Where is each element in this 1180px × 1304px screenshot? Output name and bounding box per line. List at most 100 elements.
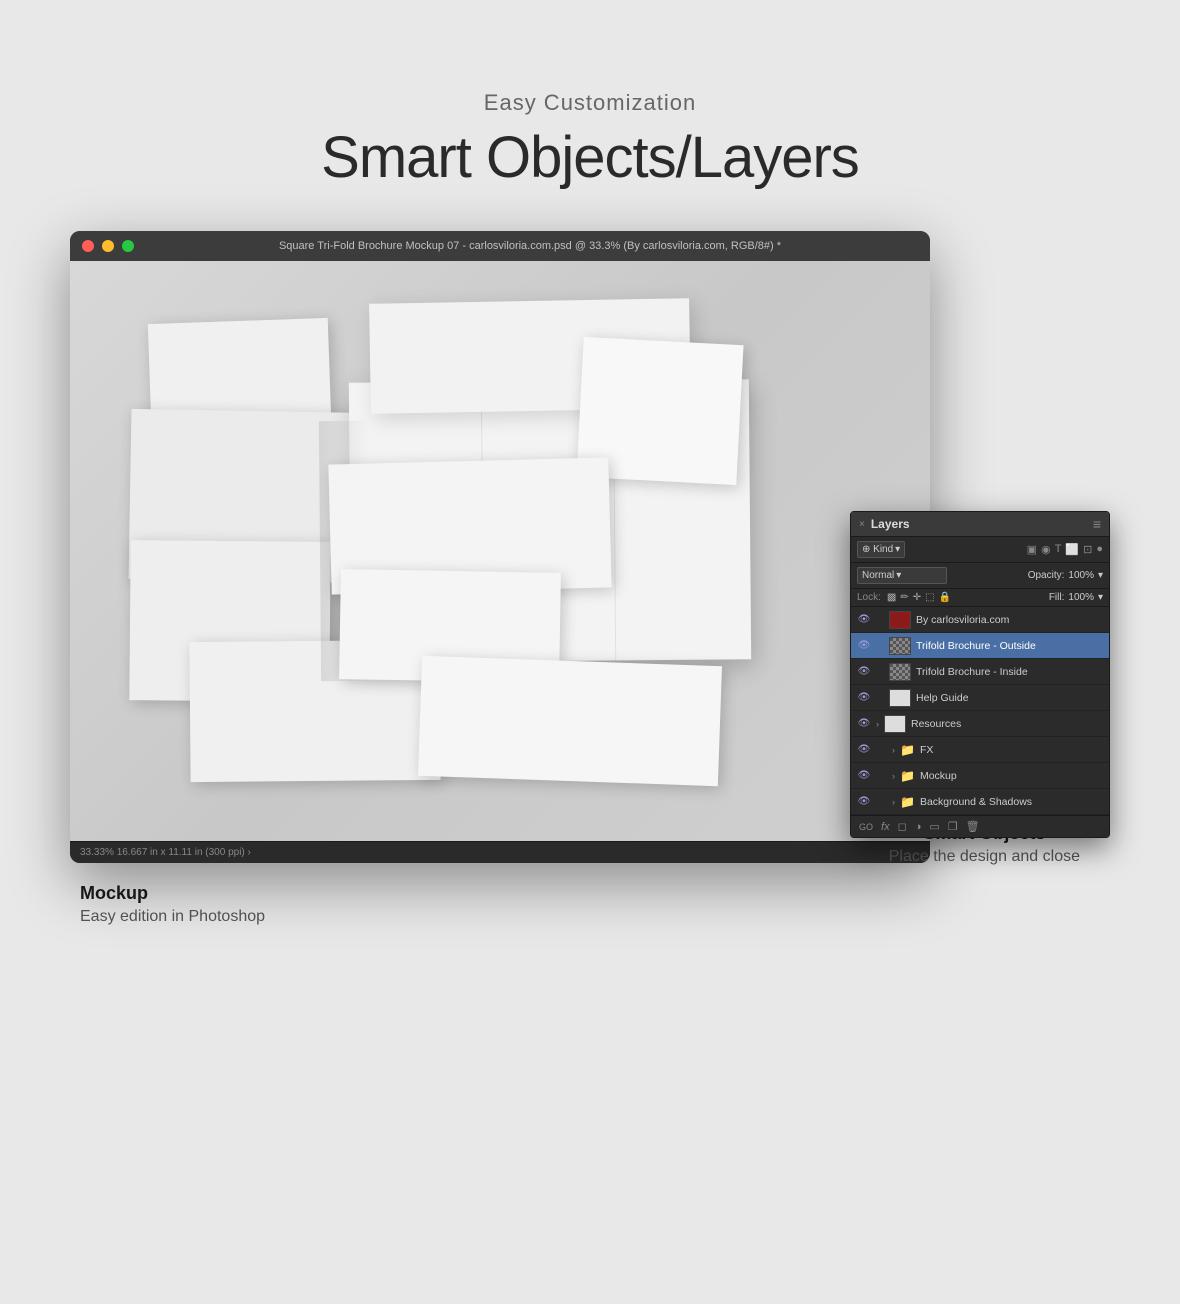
filter-kind-label: ⊕ Kind: [862, 544, 893, 555]
layer-visibility-icon[interactable]: 👁: [857, 691, 871, 705]
blend-mode-arrow: ▾: [896, 570, 901, 581]
filter-dot-icon[interactable]: ●: [1096, 543, 1103, 556]
main-content: Square Tri-Fold Brochure Mockup 07 - car…: [70, 231, 1110, 926]
layer-visibility-icon[interactable]: 👁: [857, 795, 871, 809]
ps-statusbar: 33.33% 16.667 in x 11.11 in (300 ppi) ›: [70, 841, 930, 863]
opacity-value[interactable]: 100%: [1068, 570, 1094, 581]
filter-smart-icon[interactable]: ⊡: [1083, 543, 1092, 556]
ps-canvas: [70, 261, 930, 841]
layer-visibility-icon[interactable]: 👁: [857, 639, 871, 653]
layers-lock-row: Lock: ▩ ✏ ✛ ⬚ 🔒 Fill: 100% ▾: [851, 589, 1109, 607]
fill-arrow: ▾: [1098, 592, 1103, 603]
layer-name-label: Help Guide: [916, 692, 1103, 704]
layer-visibility-icon[interactable]: 👁: [857, 769, 871, 783]
lock-icons: ▩ ✏ ✛ ⬚ 🔒: [887, 592, 951, 603]
layer-row[interactable]: 👁 › 📁 Mockup: [851, 763, 1109, 789]
fill-label: Fill:: [1049, 592, 1065, 603]
layers-close-button[interactable]: ×: [859, 519, 865, 530]
layer-thumbnail: [889, 663, 911, 681]
layer-row[interactable]: 👁 › Resources: [851, 711, 1109, 737]
layer-row[interactable]: 👁 Trifold Brochure - Outside: [851, 633, 1109, 659]
blend-mode-label: Normal: [862, 570, 894, 581]
mockup-label-title: Mockup: [80, 883, 265, 904]
layer-row[interactable]: 👁 By carlosviloria.com: [851, 607, 1109, 633]
mockup-label-desc: Easy edition in Photoshop: [80, 908, 265, 926]
layer-row[interactable]: 👁 › 📁 FX: [851, 737, 1109, 763]
layer-visibility-icon[interactable]: 👁: [857, 717, 871, 731]
layer-expand-arrow[interactable]: ›: [892, 771, 895, 781]
layers-panel: × Layers ≡ ⊕ Kind ▾ ▣ ◉ T ⬜ ⊡ ● Normal: [850, 511, 1110, 838]
label-left: Mockup Easy edition in Photoshop: [80, 883, 265, 926]
layer-expand-arrow[interactable]: ›: [892, 745, 895, 755]
filter-shape-icon[interactable]: ⬜: [1065, 543, 1079, 556]
layers-new-icon[interactable]: ❐: [948, 820, 958, 833]
layers-titlebar: × Layers ≡: [851, 512, 1109, 537]
layer-thumbnail: [889, 689, 911, 707]
layer-name-label: Resources: [911, 718, 1103, 730]
layer-name-label: By carlosviloria.com: [916, 614, 1103, 626]
lock-label: Lock:: [857, 592, 881, 603]
blend-mode-dropdown[interactable]: Normal ▾: [857, 567, 947, 584]
filter-adjust-icon[interactable]: ◉: [1041, 543, 1051, 556]
filter-dropdown-arrow: ▾: [895, 544, 900, 555]
bottom-labels: Mockup Easy edition in Photoshop: [70, 883, 1110, 926]
layers-fx-icon[interactable]: fx: [881, 821, 890, 833]
layers-bottom-toolbar: GO fx ◻ ◑ ▭ ❐ 🗑: [851, 815, 1109, 837]
layer-visibility-icon[interactable]: 👁: [857, 665, 871, 679]
layers-link-icon[interactable]: GO: [859, 822, 873, 832]
layers-filter-row: ⊕ Kind ▾ ▣ ◉ T ⬜ ⊡ ●: [851, 537, 1109, 563]
layers-blend-row: Normal ▾ Opacity: 100% ▾: [851, 563, 1109, 589]
layer-row[interactable]: 👁 Trifold Brochure - Inside: [851, 659, 1109, 685]
layer-name-label: FX: [920, 744, 1103, 756]
smart-objects-desc: Place the design and close: [889, 848, 1080, 866]
layer-name-label: Background & Shadows: [920, 796, 1103, 808]
layer-visibility-icon[interactable]: 👁: [857, 743, 871, 757]
lock-move-icon[interactable]: ✛: [913, 592, 921, 603]
maximize-dot[interactable]: [122, 240, 134, 252]
layer-name-label: Mockup: [920, 770, 1103, 782]
layers-delete-icon[interactable]: 🗑: [966, 820, 980, 833]
layers-mask-icon[interactable]: ◻: [898, 820, 907, 833]
layer-expand-arrow[interactable]: ›: [892, 797, 895, 807]
layer-folder-icon: 📁: [900, 769, 915, 783]
layers-panel-title: Layers: [871, 517, 910, 531]
layers-menu-button[interactable]: ≡: [1093, 516, 1101, 532]
ps-status-text: 33.33% 16.667 in x 11.11 in (300 ppi) ›: [80, 847, 251, 858]
layer-folder-icon: 📁: [900, 795, 915, 809]
close-dot[interactable]: [82, 240, 94, 252]
layer-thumbnail: [889, 637, 911, 655]
filter-type-icon[interactable]: T: [1055, 543, 1062, 556]
layers-list: 👁 By carlosviloria.com 👁 Trifold Brochure -…: [851, 607, 1109, 815]
opacity-label: Opacity:: [1028, 570, 1065, 581]
lock-artboard-icon[interactable]: ⬚: [925, 592, 934, 603]
lock-brush-icon[interactable]: ✏: [900, 592, 908, 603]
layer-expand-arrow[interactable]: ›: [876, 719, 879, 729]
filter-pixel-icon[interactable]: ▣: [1027, 543, 1037, 556]
layers-title-left: × Layers: [859, 517, 910, 531]
fill-value[interactable]: 100%: [1068, 592, 1094, 603]
header-subtitle: Easy Customization: [0, 90, 1180, 116]
layer-thumbnail: [889, 611, 911, 629]
filter-kind-dropdown[interactable]: ⊕ Kind ▾: [857, 541, 905, 558]
ps-titlebar: Square Tri-Fold Brochure Mockup 07 - car…: [70, 231, 930, 261]
layer-row[interactable]: 👁 › 📁 Background & Shadows: [851, 789, 1109, 815]
lock-checkerboard-icon[interactable]: ▩: [887, 592, 896, 603]
filter-icons: ▣ ◉ T ⬜ ⊡ ●: [1027, 543, 1103, 556]
paper-sheet-9: [418, 656, 722, 786]
layers-group-icon[interactable]: ▭: [929, 820, 939, 833]
fill-control: Fill: 100% ▾: [1049, 592, 1103, 603]
opacity-arrow: ▾: [1098, 570, 1103, 581]
minimize-dot[interactable]: [102, 240, 114, 252]
opacity-control: Opacity: 100% ▾: [1028, 570, 1103, 581]
layer-name-label: Trifold Brochure - Inside: [916, 666, 1103, 678]
layer-name-label: Trifold Brochure - Outside: [916, 640, 1103, 652]
header-section: Easy Customization Smart Objects/Layers: [0, 0, 1180, 191]
ps-window: Square Tri-Fold Brochure Mockup 07 - car…: [70, 231, 930, 863]
lock-all-icon[interactable]: 🔒: [939, 592, 951, 603]
header-title: Smart Objects/Layers: [0, 124, 1180, 191]
layer-folder-icon: 📁: [900, 743, 915, 757]
layer-row[interactable]: 👁 Help Guide: [851, 685, 1109, 711]
layer-thumbnail: [884, 715, 906, 733]
layers-adjustment-icon[interactable]: ◑: [915, 821, 922, 833]
layer-visibility-icon[interactable]: 👁: [857, 613, 871, 627]
